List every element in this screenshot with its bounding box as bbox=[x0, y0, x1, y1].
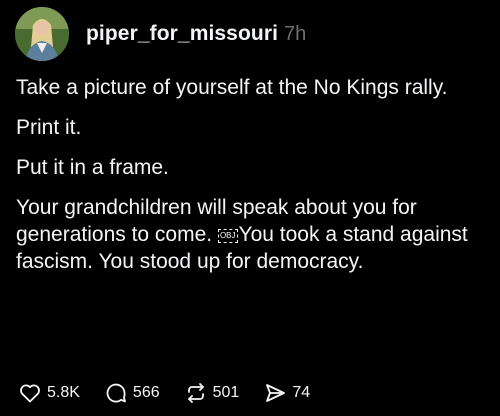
post-card: piper_for_missouri 7h Take a picture of … bbox=[0, 0, 500, 416]
like-count: 5.8K bbox=[47, 384, 80, 401]
share-count: 74 bbox=[292, 384, 311, 401]
heart-icon bbox=[18, 381, 42, 405]
post-header: piper_for_missouri 7h bbox=[15, 7, 307, 61]
send-icon bbox=[263, 381, 287, 405]
post-paragraph-2: Print it. bbox=[16, 116, 82, 139]
repost-count: 501 bbox=[212, 384, 240, 401]
action-bar: 5.8K 566 501 74 bbox=[18, 378, 334, 408]
object-replacement-glyph: OBJ bbox=[217, 229, 238, 243]
post-paragraph-1: Take a picture of yourself at the No Kin… bbox=[16, 76, 448, 99]
post-time: 7h bbox=[284, 22, 307, 45]
repost-button[interactable]: 501 bbox=[184, 381, 240, 405]
reply-button[interactable]: 566 bbox=[104, 381, 160, 405]
repost-icon bbox=[184, 381, 208, 405]
post-paragraph-4: Your grandchildren will speak about you … bbox=[16, 194, 486, 275]
username[interactable]: piper_for_missouri bbox=[86, 22, 278, 46]
share-button[interactable]: 74 bbox=[263, 381, 310, 405]
reply-count: 566 bbox=[132, 384, 160, 401]
like-button[interactable]: 5.8K bbox=[18, 381, 80, 405]
comment-bubble-icon bbox=[104, 381, 128, 405]
avatar[interactable] bbox=[15, 7, 69, 61]
post-paragraph-3: Put it in a frame. bbox=[16, 156, 169, 179]
post-body: Take a picture of yourself at the No Kin… bbox=[16, 74, 486, 288]
